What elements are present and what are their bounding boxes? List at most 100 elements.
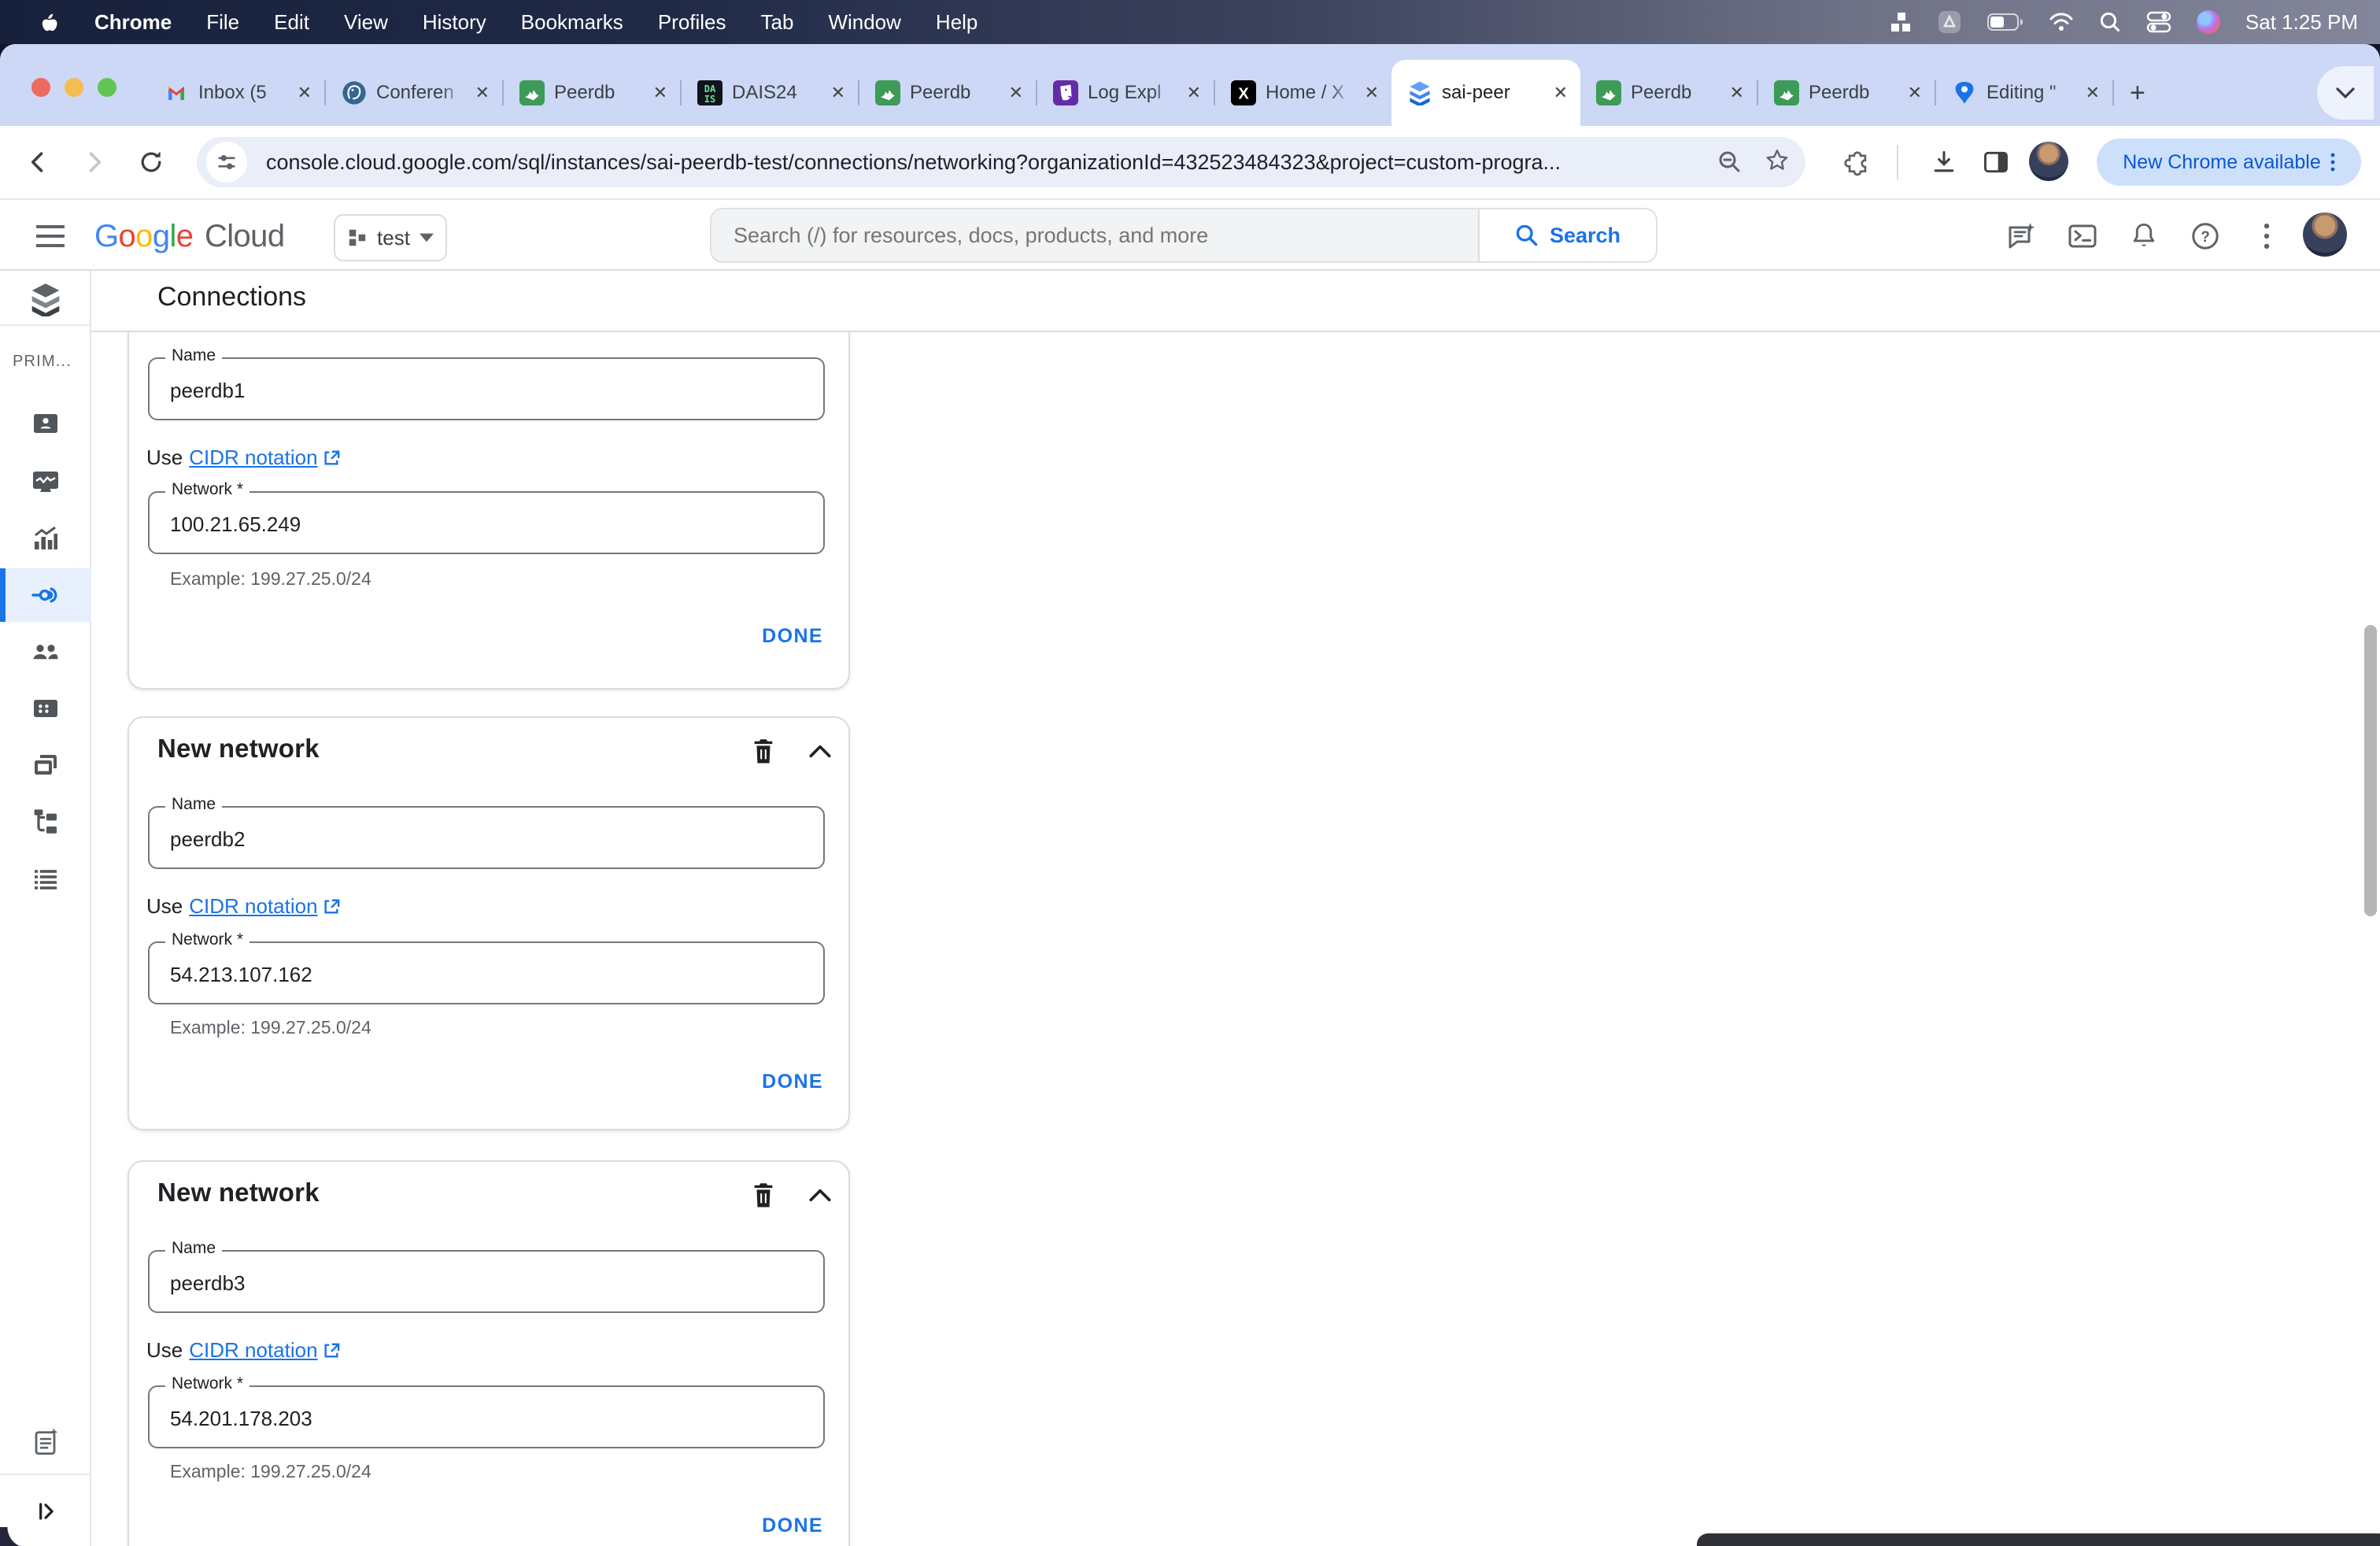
back-icon[interactable]	[19, 143, 57, 181]
control-center-icon[interactable]	[2146, 11, 2171, 33]
close-window-button[interactable]	[31, 78, 50, 98]
site-settings-icon[interactable]	[206, 142, 247, 183]
tab-editing[interactable]: Editing " ✕	[1936, 60, 2112, 126]
extensions-icon[interactable]	[1839, 143, 1876, 181]
tab-close-icon[interactable]: ✕	[1905, 83, 1925, 103]
sidebar-item-users[interactable]	[0, 625, 91, 679]
menu-file[interactable]: File	[190, 0, 255, 44]
name-input[interactable]	[150, 1252, 823, 1311]
done-button[interactable]: DONE	[762, 625, 823, 648]
siri-icon[interactable]	[2196, 10, 2220, 34]
sidebar-item-connections[interactable]	[0, 568, 91, 622]
browser-toolbar: console.cloud.google.com/sql/instances/s…	[0, 126, 2380, 198]
gemini-feedback-icon[interactable]	[2002, 217, 2040, 255]
tab-close-icon[interactable]: ✕	[294, 83, 315, 103]
menu-history[interactable]: History	[407, 0, 502, 44]
cidr-notation-link[interactable]: CIDR notation	[189, 1338, 339, 1363]
browser-profile-avatar[interactable]	[2029, 142, 2068, 181]
new-tab-button[interactable]: +	[2114, 78, 2161, 109]
google-cloud-logo[interactable]: Google Cloud	[94, 219, 285, 254]
menu-window[interactable]: Window	[812, 0, 916, 44]
name-input[interactable]	[150, 359, 823, 419]
scrollbar-thumb[interactable]	[2364, 625, 2377, 916]
tab-close-icon[interactable]: ✕	[828, 83, 848, 103]
tab-close-icon[interactable]: ✕	[472, 83, 493, 103]
network-input[interactable]	[150, 943, 823, 1003]
tab-title: Peerdb	[1809, 82, 1870, 103]
cloud-shell-icon[interactable]	[2064, 217, 2101, 255]
display-grid-icon[interactable]	[1890, 11, 1912, 33]
tab-log-explorer[interactable]: Log Expl ✕	[1037, 60, 1214, 126]
tab-close-icon[interactable]: ✕	[1006, 83, 1026, 103]
menu-bookmarks[interactable]: Bookmarks	[505, 0, 639, 44]
url-text[interactable]: console.cloud.google.com/sql/instances/s…	[266, 137, 1561, 187]
zoom-icon[interactable]	[1714, 146, 1746, 178]
spotlight-icon[interactable]	[2099, 11, 2121, 33]
collapse-card-icon[interactable]	[801, 1176, 839, 1214]
wifi-icon[interactable]	[2049, 13, 2074, 31]
account-avatar[interactable]	[2303, 213, 2347, 257]
delete-network-icon[interactable]	[745, 1176, 782, 1214]
minimize-window-button[interactable]	[65, 78, 83, 98]
network-input[interactable]	[150, 493, 823, 553]
sidebar-item-overview[interactable]	[0, 397, 91, 450]
tab-close-icon[interactable]: ✕	[1184, 83, 1204, 103]
address-bar[interactable]: console.cloud.google.com/sql/instances/s…	[197, 137, 1805, 187]
menu-clock[interactable]: Sat 1:25 PM	[2245, 10, 2358, 35]
apple-menu-icon[interactable]	[22, 9, 76, 35]
sidebar-item-replication[interactable]	[0, 795, 91, 849]
tab-dais[interactable]: DA IS DAIS24 ✕	[682, 60, 858, 126]
tab-close-icon[interactable]: ✕	[650, 83, 671, 103]
downloads-icon[interactable]	[1925, 143, 1963, 181]
help-icon[interactable]: ?	[2186, 217, 2224, 255]
menu-tab[interactable]: Tab	[745, 0, 810, 44]
tab-peerdb-4[interactable]: Peerdb ✕	[1758, 60, 1935, 126]
tab-peerdb-1[interactable]: Peerdb ✕	[504, 60, 680, 126]
bookmark-star-icon[interactable]	[1761, 145, 1793, 176]
tab-close-icon[interactable]: ✕	[1727, 83, 1747, 103]
console-search-input[interactable]	[711, 223, 1478, 248]
menu-help[interactable]: Help	[920, 0, 993, 44]
cidr-notation-link[interactable]: CIDR notation	[189, 446, 339, 470]
sidebar-item-system-insights[interactable]	[0, 512, 91, 565]
menu-app-name[interactable]: Chrome	[79, 0, 187, 44]
tab-peerdb-2[interactable]: Peerdb ✕	[859, 60, 1036, 126]
battery-icon[interactable]	[1986, 13, 2023, 31]
side-panel-icon[interactable]	[1977, 143, 2015, 181]
notifications-bell-icon[interactable]	[2125, 217, 2163, 255]
more-options-icon[interactable]	[2248, 217, 2286, 255]
tab-inbox[interactable]: Inbox (5 ✕	[148, 60, 324, 126]
tab-close-icon[interactable]: ✕	[1550, 83, 1571, 103]
reload-icon[interactable]	[132, 143, 170, 181]
menu-profiles[interactable]: Profiles	[642, 0, 742, 44]
tab-conference[interactable]: Conferen ✕	[326, 60, 502, 126]
tab-x-home[interactable]: X Home / X ✕	[1215, 60, 1391, 126]
screen-record-icon[interactable]	[1937, 9, 1962, 35]
tab-search-button[interactable]	[2317, 66, 2374, 120]
sidebar-item-databases[interactable]	[0, 682, 91, 735]
menu-view[interactable]: View	[328, 0, 404, 44]
project-selector[interactable]: test	[334, 214, 447, 261]
tab-peerdb-3[interactable]: Peerdb ✕	[1580, 60, 1757, 126]
forward-icon[interactable]	[76, 143, 113, 181]
update-chrome-button[interactable]: New Chrome available	[2097, 139, 2361, 186]
tab-close-icon[interactable]: ✕	[2082, 83, 2103, 103]
sidebar-item-backups[interactable]	[0, 738, 91, 792]
tab-close-icon[interactable]: ✕	[1362, 83, 1382, 103]
cidr-notation-link[interactable]: CIDR notation	[189, 894, 339, 919]
hamburger-menu-icon[interactable]	[31, 217, 69, 255]
name-input[interactable]	[150, 808, 823, 867]
release-notes-button[interactable]	[0, 1415, 91, 1469]
menu-edit[interactable]: Edit	[258, 0, 325, 44]
done-button[interactable]: DONE	[762, 1071, 823, 1093]
cloud-sql-logo-icon[interactable]	[27, 280, 65, 318]
zoom-window-button[interactable]	[98, 78, 116, 98]
delete-network-icon[interactable]	[745, 732, 782, 770]
sidebar-item-observability[interactable]	[0, 455, 91, 509]
collapse-card-icon[interactable]	[801, 732, 839, 770]
console-search-button[interactable]: Search	[1478, 209, 1656, 261]
network-input[interactable]	[150, 1387, 823, 1447]
done-button[interactable]: DONE	[762, 1515, 823, 1537]
tab-sai-peerdb-active[interactable]: sai-peer ✕	[1391, 60, 1580, 126]
sidebar-item-operations[interactable]	[0, 852, 91, 905]
